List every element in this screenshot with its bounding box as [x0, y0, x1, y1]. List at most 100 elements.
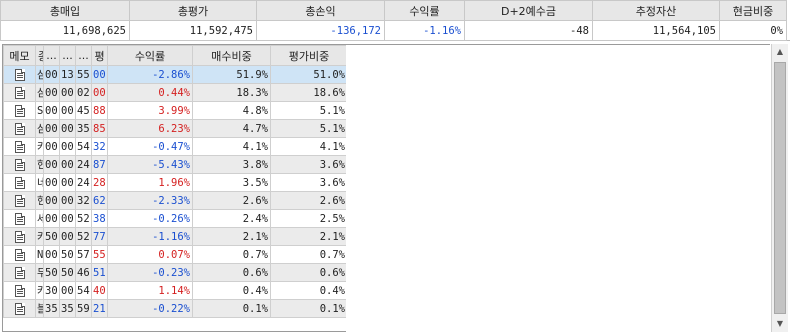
col-header-memo[interactable]: 메모 [3, 45, 36, 66]
account-summary: 총매입 총평가 총손익 수익률 D+2예수금 추정자산 현금비중 11,698,… [0, 0, 790, 41]
memo-cell[interactable] [3, 119, 36, 138]
summary-header-row: 총매입 총평가 총손익 수익률 D+2예수금 추정자산 현금비중 [0, 0, 787, 21]
col-header-c5[interactable]: 평 [91, 45, 108, 66]
col-header-return-rate[interactable]: 수익률 [107, 45, 193, 66]
memo-cell[interactable] [3, 173, 36, 192]
table-row[interactable]: 삼000002000.44%18.3%18.6% [3, 83, 346, 102]
summary-header-total-eval: 총평가 [129, 0, 257, 21]
table-row[interactable]: 카300054401.14%0.4%0.4% [3, 281, 346, 300]
memo-icon[interactable] [14, 68, 25, 81]
memo-icon[interactable] [14, 266, 25, 279]
table-row[interactable]: 카50005277-1.16%2.1%2.1% [3, 227, 346, 246]
col-header-c3[interactable]: ... [59, 45, 76, 66]
avail-qty-cell: 13 [59, 65, 76, 84]
return-rate-cell: -0.47% [107, 137, 193, 156]
summary-header-d2-deposit: D+2예수금 [464, 0, 593, 21]
avail-qty-cell: 00 [59, 101, 76, 120]
memo-icon[interactable] [14, 212, 25, 225]
summary-header-total-buy: 총매입 [0, 0, 130, 21]
stock-name-cell: 삼 [35, 119, 44, 138]
memo-icon[interactable] [14, 302, 25, 315]
avail-qty-cell: 00 [59, 83, 76, 102]
memo-cell[interactable] [3, 245, 36, 264]
summary-cash-ratio: 0% [719, 20, 787, 41]
scroll-down-arrow-icon[interactable]: ▼ [772, 316, 788, 332]
return-rate-cell: 6.23% [107, 119, 193, 138]
col-header-name[interactable]: 종 [35, 45, 44, 66]
col-header-eval-ratio[interactable]: 평가비중 [270, 45, 346, 66]
stock-name-cell: 현 [35, 155, 44, 174]
stock-name-cell: 네 [35, 173, 44, 192]
eval-price-cell: 77 [91, 227, 108, 246]
table-row[interactable]: 블35355921-0.22%0.1%0.1% [3, 299, 346, 318]
table-row[interactable]: 삼000035856.23%4.7%5.1% [3, 119, 346, 138]
qty-cell: 00 [43, 191, 60, 210]
table-row[interactable]: N 00 50 57 55 0.07% 0.7% 0.7% [3, 245, 346, 264]
avail-qty-cell: 00 [59, 227, 76, 246]
memo-cell[interactable] [3, 209, 36, 228]
memo-icon[interactable] [14, 176, 25, 189]
avail-qty-cell: 00 [59, 155, 76, 174]
summary-header-cash-ratio: 현금비중 [719, 0, 787, 21]
avg-price-cell: 55 [75, 65, 92, 84]
col-header-buy-ratio[interactable]: 매수비중 [192, 45, 271, 66]
memo-cell[interactable] [3, 101, 36, 120]
buy-ratio-cell: 0.1% [192, 299, 271, 318]
vertical-scrollbar[interactable]: ▲ ▼ [771, 44, 788, 332]
eval-price-cell: 40 [91, 281, 108, 300]
memo-icon[interactable] [14, 194, 25, 207]
eval-ratio-cell: 0.6% [270, 263, 346, 282]
avg-price-cell: 52 [75, 209, 92, 228]
return-rate-cell: 1.14% [107, 281, 193, 300]
buy-ratio-cell: 3.8% [192, 155, 271, 174]
eval-ratio-cell: 18.6% [270, 83, 346, 102]
return-rate-cell: 3.99% [107, 101, 193, 120]
eval-price-cell: 38 [91, 209, 108, 228]
col-header-c4[interactable]: ... [75, 45, 92, 66]
table-row[interactable]: 무50504651-0.23%0.6%0.6% [3, 263, 346, 282]
memo-cell[interactable] [3, 263, 36, 282]
table-row[interactable]: S 00 00 45 88 3.99% 4.8% 5.1% [3, 101, 346, 120]
memo-cell[interactable] [3, 281, 36, 300]
scrollbar-thumb[interactable] [774, 62, 786, 314]
memo-cell[interactable] [3, 227, 36, 246]
return-rate-cell: -2.33% [107, 191, 193, 210]
memo-cell[interactable] [3, 83, 36, 102]
col-header-c2[interactable]: ... [43, 45, 60, 66]
avg-price-cell: 24 [75, 155, 92, 174]
table-row[interactable]: 현00003262-2.33%2.6%2.6% [3, 191, 346, 210]
memo-cell[interactable] [3, 191, 36, 210]
memo-icon[interactable] [14, 104, 25, 117]
eval-ratio-cell: 0.4% [270, 281, 346, 300]
eval-ratio-cell: 4.1% [270, 137, 346, 156]
stock-name-cell: 세 [35, 209, 44, 228]
memo-cell[interactable] [3, 137, 36, 156]
memo-icon[interactable] [14, 284, 25, 297]
avail-qty-cell: 00 [59, 137, 76, 156]
table-row[interactable]: 현00002487-5.43%3.8%3.6% [3, 155, 346, 174]
eval-price-cell: 51 [91, 263, 108, 282]
summary-total-buy: 11,698,625 [0, 20, 130, 41]
memo-cell[interactable] [3, 299, 36, 318]
memo-cell[interactable] [3, 65, 36, 84]
avail-qty-cell: 00 [59, 191, 76, 210]
stock-name-cell: 무 [35, 263, 44, 282]
memo-icon[interactable] [14, 86, 25, 99]
table-row[interactable]: 네000024281.96%3.5%3.6% [3, 173, 346, 192]
eval-price-cell: 00 [91, 65, 108, 84]
memo-icon[interactable] [14, 122, 25, 135]
table-row[interactable]: 삼00135500-2.86%51.9%51.0% [3, 65, 346, 84]
qty-cell: 00 [43, 137, 60, 156]
scroll-up-arrow-icon[interactable]: ▲ [772, 44, 788, 60]
stock-name-cell: 블 [35, 299, 44, 318]
stock-name-cell: S [35, 101, 44, 120]
memo-icon[interactable] [14, 158, 25, 171]
holdings-grid[interactable]: 메모 종 ... ... ... 평 수익률 매수비중 평가비중 삼001355… [2, 44, 346, 332]
memo-cell[interactable] [3, 155, 36, 174]
table-row[interactable]: 세00005238-0.26%2.4%2.5% [3, 209, 346, 228]
stock-name-cell: 현 [35, 191, 44, 210]
memo-icon[interactable] [14, 140, 25, 153]
memo-icon[interactable] [14, 230, 25, 243]
memo-icon[interactable] [14, 248, 25, 261]
table-row[interactable]: 카00005432-0.47%4.1%4.1% [3, 137, 346, 156]
